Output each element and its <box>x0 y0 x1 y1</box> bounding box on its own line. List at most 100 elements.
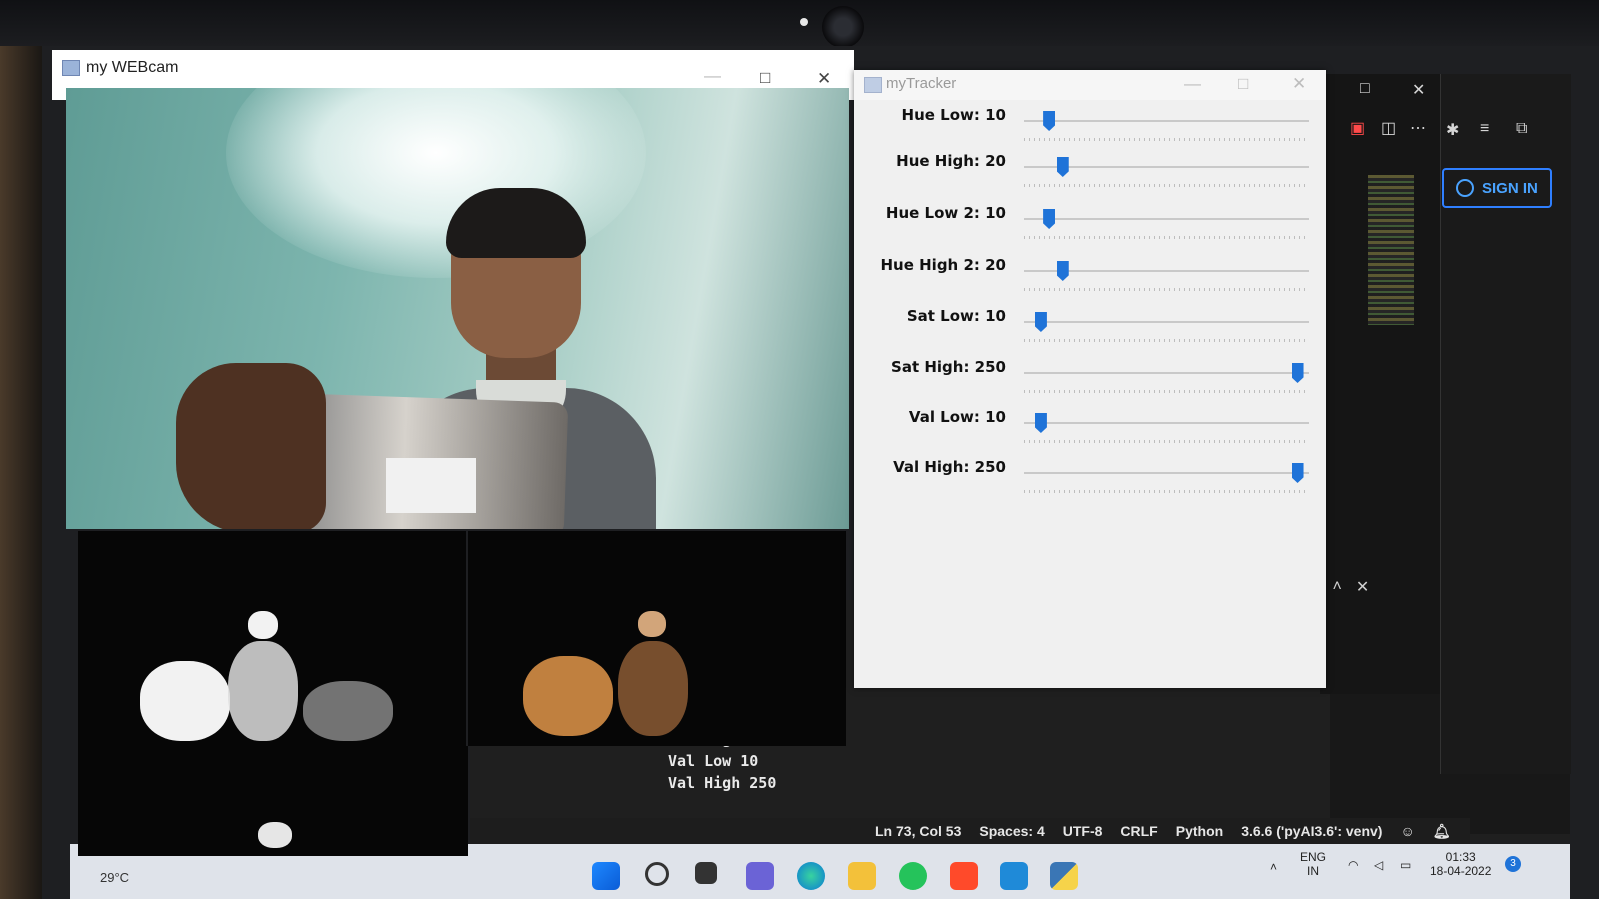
person-hair <box>446 188 586 258</box>
collections-icon[interactable]: ⧉ <box>1516 120 1527 138</box>
webcam-indicator-light <box>800 18 808 26</box>
vscode-status-bar: Ln 73, Col 53 Spaces: 4 UTF-8 CRLF Pytho… <box>470 818 1470 844</box>
webcam-lens <box>822 6 864 48</box>
maximize-icon[interactable]: □ <box>1360 80 1370 98</box>
status-line-ending[interactable]: CRLF <box>1120 823 1157 839</box>
trackbar-track[interactable] <box>1024 120 1309 122</box>
weather-widget[interactable]: 29°C <box>100 870 129 885</box>
trackbar-track[interactable] <box>1024 218 1309 220</box>
trackbar-ticks <box>1024 440 1309 443</box>
reading-list-icon[interactable]: ≡ <box>1480 120 1489 138</box>
trackbar-thumb[interactable] <box>1291 363 1304 383</box>
person-hand <box>176 363 326 529</box>
trackbar-ticks <box>1024 490 1309 493</box>
trackbar-track[interactable] <box>1024 372 1309 374</box>
trackbar-thumb[interactable] <box>1056 261 1069 281</box>
more-actions-icon[interactable]: ⋯ <box>1410 118 1426 138</box>
status-indentation[interactable]: Spaces: 4 <box>979 823 1044 839</box>
extensions-icon[interactable]: ✱ <box>1446 120 1459 140</box>
trackbar-label: Hue High: 20 <box>896 152 1006 170</box>
language-code: ENG <box>1300 850 1327 864</box>
maximize-button[interactable]: □ <box>760 68 770 88</box>
mask-blob <box>228 641 298 741</box>
profile-icon <box>1456 179 1474 197</box>
split-editor-icon[interactable]: ◫ <box>1381 118 1396 138</box>
teams-chat-icon[interactable] <box>746 862 774 890</box>
battery-icon[interactable]: ▭ <box>1400 858 1411 872</box>
trackbar-label: Val High: 250 <box>893 458 1006 476</box>
webcam-video-feed <box>66 88 849 529</box>
trackbar-thumb[interactable] <box>1034 413 1047 433</box>
trackbar-thumb[interactable] <box>1056 157 1069 177</box>
trackbar-track[interactable] <box>1024 472 1309 474</box>
python-icon[interactable] <box>1050 862 1078 890</box>
close-button[interactable]: ✕ <box>1292 74 1306 94</box>
status-interpreter[interactable]: 3.6.6 ('pyAI3.6': venv) <box>1241 823 1382 839</box>
trackbar-track[interactable] <box>1024 321 1309 323</box>
terminal-line: Val Low 10 <box>668 752 759 770</box>
chevron-up-icon[interactable]: ˄ <box>1270 860 1277 874</box>
trackbar-row: Sat High: 250 <box>854 358 1326 402</box>
trackbar-thumb[interactable] <box>1291 463 1304 483</box>
edge-icon[interactable] <box>797 862 825 890</box>
mask-view-binary <box>78 531 466 746</box>
mask-blob <box>140 661 230 741</box>
trackbar-ticks <box>1024 138 1309 141</box>
vscode-icon[interactable] <box>1000 862 1028 890</box>
trackbar-track[interactable] <box>1024 422 1309 424</box>
trackbar-thumb[interactable] <box>1034 312 1047 332</box>
clock-time: 01:33 <box>1445 850 1476 864</box>
laptop-bezel-side <box>0 46 42 899</box>
mask-view-secondary <box>78 746 468 856</box>
whatsapp-icon[interactable] <box>899 862 927 890</box>
terminal-line: Val High 250 <box>668 774 777 792</box>
notifications-icon[interactable]: 🔔︎ <box>1433 823 1451 840</box>
webcam-window-title: my WEBcam <box>86 59 179 76</box>
trackbar-ticks <box>1024 288 1309 291</box>
app-icon <box>62 60 80 76</box>
mask-blob <box>618 641 688 736</box>
notification-badge[interactable]: 3 <box>1505 856 1521 872</box>
trackbar-ticks <box>1024 184 1309 187</box>
tracker-window-titlebar[interactable]: myTracker — □ ✕ <box>854 70 1326 100</box>
trackbar-row: Hue Low 2: 10 <box>854 204 1326 248</box>
wifi-icon[interactable]: ◠ <box>1348 858 1358 872</box>
mask-blob <box>248 611 278 639</box>
region-code: IN <box>1307 864 1319 878</box>
trackbar-thumb[interactable] <box>1043 209 1056 229</box>
task-view-icon[interactable] <box>695 862 717 884</box>
minimize-button[interactable]: — <box>1184 74 1201 94</box>
trackbar-row: Hue High: 20 <box>854 152 1326 196</box>
trackbar-label: Hue Low: 10 <box>901 106 1006 124</box>
status-cursor-position[interactable]: Ln 73, Col 53 <box>875 823 961 839</box>
search-icon[interactable] <box>645 862 669 886</box>
brave-icon[interactable] <box>950 862 978 890</box>
minimize-button[interactable]: — <box>704 66 721 86</box>
clock[interactable]: 01:33 18-04-2022 <box>1430 850 1491 878</box>
feedback-icon[interactable]: ☺ <box>1400 823 1414 839</box>
windows-start-icon[interactable] <box>592 862 620 890</box>
close-icon[interactable]: ✕ <box>1356 577 1369 597</box>
sign-in-label: SIGN IN <box>1482 179 1538 197</box>
mask-blob <box>638 611 666 637</box>
clock-date: 18-04-2022 <box>1430 864 1492 878</box>
status-language[interactable]: Python <box>1176 823 1223 839</box>
close-button[interactable]: ✕ <box>817 69 831 89</box>
language-indicator[interactable]: ENG IN <box>1300 850 1326 878</box>
run-icon[interactable]: ▣ <box>1350 118 1365 138</box>
trackbar-ticks <box>1024 236 1309 239</box>
trackbar-row: Val Low: 10 <box>854 408 1326 452</box>
vscode-minimap[interactable] <box>1368 175 1414 325</box>
trackbar-thumb[interactable] <box>1043 111 1056 131</box>
mask-blob <box>303 681 393 741</box>
status-encoding[interactable]: UTF-8 <box>1063 823 1103 839</box>
maximize-button[interactable]: □ <box>1238 74 1248 94</box>
trackbar-row: Hue Low: 10 <box>854 106 1326 150</box>
file-explorer-icon[interactable] <box>848 862 876 890</box>
arrow-up-icon[interactable]: ˄ <box>1333 578 1342 596</box>
trackbar-label: Val Low: 10 <box>908 408 1006 426</box>
close-icon[interactable]: ✕ <box>1412 80 1425 100</box>
volume-icon[interactable]: ◁ <box>1374 858 1383 872</box>
sign-in-button[interactable]: SIGN IN <box>1442 168 1552 208</box>
trackbar-row: Val High: 250 <box>854 458 1326 502</box>
